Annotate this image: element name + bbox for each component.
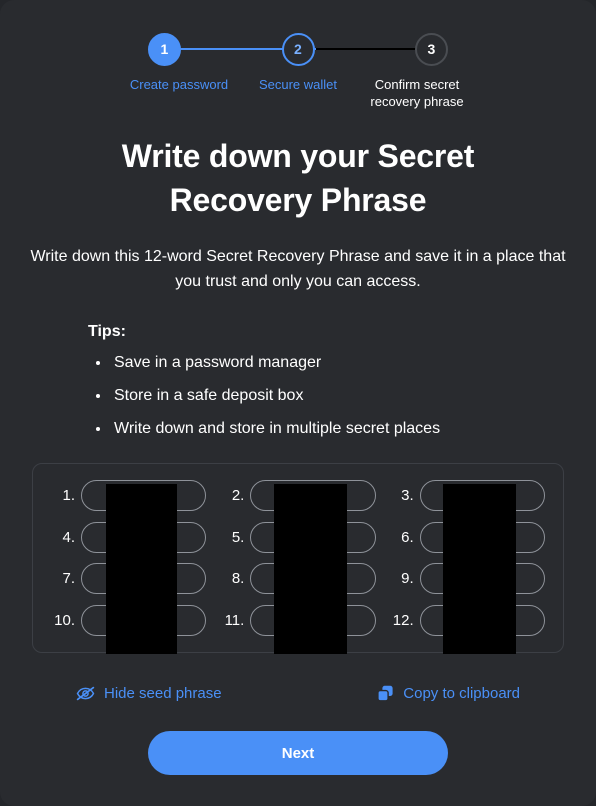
step-number-3: 3 bbox=[427, 41, 436, 57]
eye-slash-icon bbox=[76, 686, 95, 701]
step-circle-2[interactable]: 2 bbox=[281, 32, 315, 66]
seed-word-index: 11. bbox=[224, 612, 245, 630]
hide-seed-phrase-label: Hide seed phrase bbox=[104, 685, 222, 702]
step-circle-3[interactable]: 3 bbox=[415, 32, 448, 66]
redaction-overlay-column-3 bbox=[443, 484, 516, 654]
seed-word-index: 3. bbox=[401, 486, 414, 504]
seed-phrase-container: 1. 2. 3. 4. 5. 6. 7. 8. 9. 10. 11. 12. bbox=[32, 463, 564, 654]
step-label-2: Secure wallet bbox=[258, 77, 338, 92]
seed-word-index: 5. bbox=[231, 528, 245, 546]
seed-word-index: 6. bbox=[401, 528, 414, 546]
seed-actions: Hide seed phrase Copy to clipboard bbox=[76, 685, 520, 702]
tips-list: Save in a password manager Store in a sa… bbox=[88, 353, 596, 439]
seed-word-index: 12. bbox=[392, 612, 414, 630]
bullet-icon bbox=[96, 361, 100, 365]
redaction-overlay-column-1 bbox=[106, 484, 177, 654]
bullet-icon bbox=[96, 427, 100, 431]
redaction-overlay-column-2 bbox=[274, 484, 347, 654]
step-circle-1[interactable]: 1 bbox=[148, 32, 181, 66]
page-description: Write down this 12-word Secret Recovery … bbox=[30, 248, 566, 290]
step-label-3: Confirm secret recovery phrase bbox=[370, 77, 464, 109]
bullet-icon bbox=[96, 394, 100, 398]
copy-to-clipboard-button[interactable]: Copy to clipboard bbox=[377, 685, 520, 702]
tip-text: Store in a safe deposit box bbox=[114, 387, 304, 404]
stepper-labels: Create password Secure wallet Confirm se… bbox=[120, 77, 476, 110]
copy-icon bbox=[377, 685, 394, 702]
stepper-circles: 1 2 3 bbox=[148, 30, 448, 68]
list-item: Store in a safe deposit box bbox=[88, 386, 596, 406]
onboarding-card: 1 2 3 Create password Secure wallet Conf… bbox=[0, 0, 596, 806]
step-label-1: Create password bbox=[129, 77, 229, 92]
hide-seed-phrase-button[interactable]: Hide seed phrase bbox=[76, 685, 222, 702]
seed-word-index: 10. bbox=[54, 612, 75, 630]
copy-to-clipboard-label: Copy to clipboard bbox=[403, 685, 520, 702]
list-item: Save in a password manager bbox=[88, 353, 596, 373]
seed-word-index: 8. bbox=[231, 570, 245, 588]
step-number-1: 1 bbox=[160, 41, 169, 57]
page-title: Write down your Secret Recovery Phrase bbox=[121, 138, 475, 218]
tip-text: Save in a password manager bbox=[114, 354, 322, 371]
seed-word-index: 7. bbox=[62, 570, 75, 588]
next-button[interactable]: Next bbox=[148, 731, 448, 775]
step-number-2: 2 bbox=[294, 41, 302, 57]
tips-section: Tips: Save in a password manager Store i… bbox=[0, 323, 596, 439]
footer-actions: Next bbox=[0, 731, 596, 775]
seed-word-index: 4. bbox=[62, 528, 75, 546]
list-item: Write down and store in multiple secret … bbox=[88, 419, 596, 439]
seed-word-index: 2. bbox=[231, 486, 245, 504]
progress-stepper: 1 2 3 Create password Secure wallet Conf… bbox=[130, 0, 464, 110]
tip-text: Write down and store in multiple secret … bbox=[114, 420, 441, 437]
seed-word-index: 9. bbox=[401, 570, 414, 588]
seed-word-index: 1. bbox=[62, 486, 75, 504]
tips-heading: Tips: bbox=[88, 323, 126, 340]
